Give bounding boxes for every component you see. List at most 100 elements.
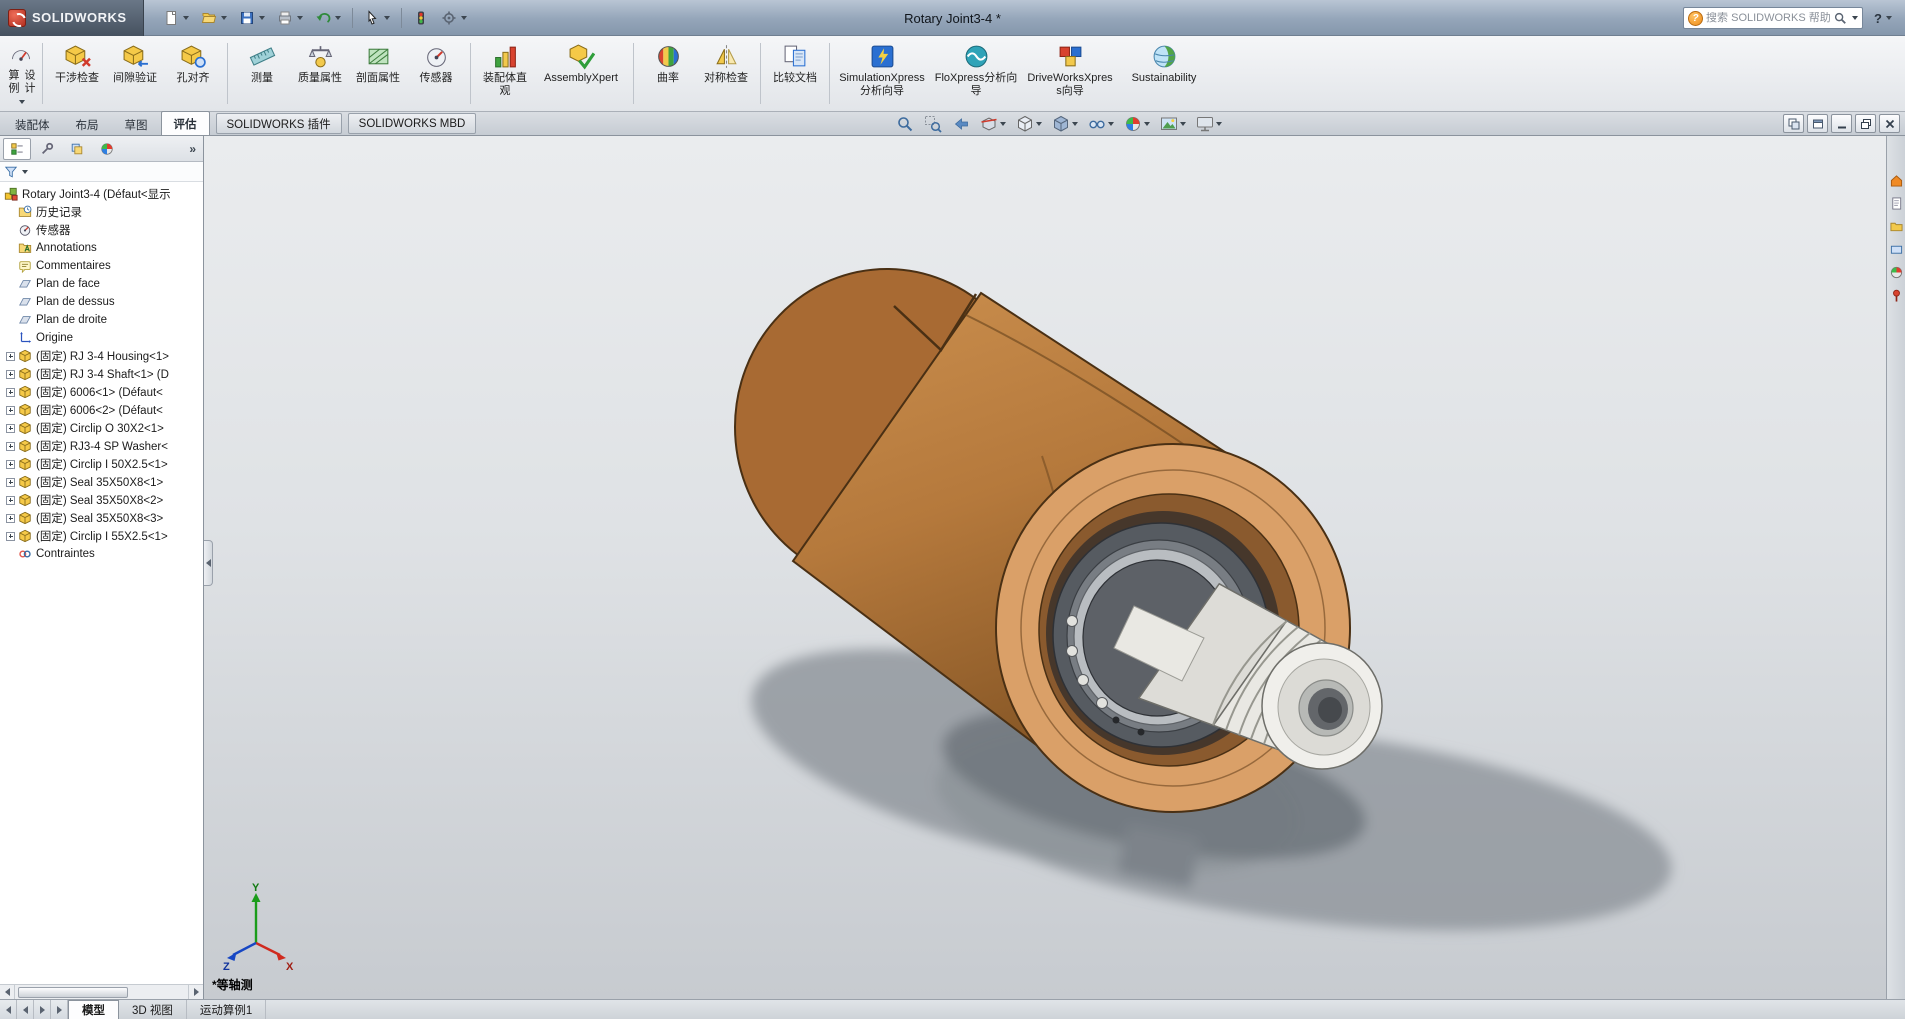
rebuild-button[interactable] bbox=[408, 5, 434, 31]
tree-item-circlip-i-50[interactable]: (固定) Circlip I 50X2.5<1> bbox=[0, 455, 203, 473]
tree-item-seal-1[interactable]: (固定) Seal 35X50X8<1> bbox=[0, 473, 203, 491]
view-palette-icon[interactable] bbox=[1890, 243, 1903, 256]
tree-item-sensors[interactable]: 传感器 bbox=[0, 221, 203, 239]
expand-icon[interactable] bbox=[6, 532, 15, 541]
scrollbar-thumb[interactable] bbox=[18, 987, 128, 998]
tree-item-annotations[interactable]: Annotations bbox=[0, 239, 203, 257]
tree-item-origin[interactable]: Origine bbox=[0, 329, 203, 347]
design-library-icon[interactable] bbox=[1890, 197, 1903, 210]
close-window-button[interactable] bbox=[1879, 114, 1900, 133]
ribbon-interference-check-button[interactable]: 干涉检查 bbox=[49, 39, 105, 108]
tab-model[interactable]: 模型 bbox=[68, 1000, 119, 1019]
ribbon-driveworksxpress-button[interactable]: DriveWorksXpress向导 bbox=[1024, 39, 1116, 108]
panel-horizontal-scrollbar[interactable] bbox=[0, 984, 203, 999]
tab-motion-study-1[interactable]: 运动算例1 bbox=[187, 1000, 266, 1019]
section-view-button[interactable] bbox=[977, 113, 1009, 135]
view-settings-button[interactable] bbox=[1193, 113, 1225, 135]
expand-icon[interactable] bbox=[6, 370, 15, 379]
filter-dropdown-arrow-icon[interactable] bbox=[22, 170, 28, 174]
ribbon-symmetry-check-button[interactable]: 对称检查 bbox=[698, 39, 754, 108]
tab-solidworks-addins[interactable]: SOLIDWORKS 插件 bbox=[216, 113, 342, 134]
panel-splitter-handle[interactable] bbox=[204, 540, 213, 586]
help-search-box[interactable]: ? bbox=[1683, 7, 1863, 29]
search-input[interactable] bbox=[1706, 12, 1830, 24]
ribbon-sensor-button[interactable]: 传感器 bbox=[408, 39, 464, 108]
ribbon-curvature-button[interactable]: 曲率 bbox=[640, 39, 696, 108]
options-button[interactable] bbox=[436, 5, 472, 31]
select-button[interactable] bbox=[359, 5, 395, 31]
graphics-viewport[interactable]: Y X Z *等轴测 bbox=[204, 136, 1886, 999]
expand-icon[interactable] bbox=[6, 442, 15, 451]
expand-icon[interactable] bbox=[6, 352, 15, 361]
expand-icon[interactable] bbox=[6, 496, 15, 505]
edit-appearance-button[interactable] bbox=[1121, 113, 1153, 135]
ribbon-measure-button[interactable]: 测量 bbox=[234, 39, 290, 108]
ribbon-sustainability-button[interactable]: Sustainability bbox=[1118, 39, 1210, 108]
displaymanager-tab[interactable] bbox=[93, 138, 121, 160]
search-scope-arrow-icon[interactable] bbox=[1852, 16, 1858, 20]
tab-layout[interactable]: 布局 bbox=[63, 113, 112, 135]
scroll-right-arrow[interactable] bbox=[188, 985, 203, 1000]
tree-item-bearing-2[interactable]: (固定) 6006<2> (Défaut< bbox=[0, 401, 203, 419]
ribbon-hole-alignment-button[interactable]: 孔对齐 bbox=[165, 39, 221, 108]
tree-item-housing[interactable]: (固定) RJ 3-4 Housing<1> bbox=[0, 347, 203, 365]
filter-funnel-icon[interactable] bbox=[4, 165, 18, 179]
ribbon-design-study-button[interactable]: 设计算例 bbox=[6, 39, 36, 108]
tree-item-history[interactable]: 历史记录 bbox=[0, 203, 203, 221]
restore-window-button[interactable] bbox=[1855, 114, 1876, 133]
panel-overflow-chevron[interactable]: » bbox=[185, 142, 200, 156]
hide-show-items-button[interactable] bbox=[1085, 113, 1117, 135]
solidworks-resources-icon[interactable] bbox=[1890, 174, 1903, 187]
help-button[interactable]: ? bbox=[1869, 5, 1897, 31]
zoom-to-fit-button[interactable] bbox=[893, 113, 917, 135]
appearances-scenes-icon[interactable] bbox=[1890, 266, 1903, 279]
ribbon-assemblyxpert-button[interactable]: AssemblyXpert bbox=[535, 39, 627, 108]
minimize-window-button[interactable] bbox=[1831, 114, 1852, 133]
expand-icon[interactable] bbox=[6, 514, 15, 523]
previous-view-button[interactable] bbox=[949, 113, 973, 135]
tree-item-mates[interactable]: Contraintes bbox=[0, 545, 203, 563]
new-document-button[interactable] bbox=[158, 5, 194, 31]
tree-item-comments[interactable]: Commentaires bbox=[0, 257, 203, 275]
zoom-to-area-button[interactable] bbox=[921, 113, 945, 135]
print-button[interactable] bbox=[272, 5, 308, 31]
ribbon-simulationxpress-button[interactable]: SimulationXpress分析向导 bbox=[836, 39, 928, 108]
expand-icon[interactable] bbox=[6, 478, 15, 487]
view-orientation-button[interactable] bbox=[1013, 113, 1045, 135]
ribbon-assembly-visualization-button[interactable]: 装配体直观 bbox=[477, 39, 533, 108]
undo-button[interactable] bbox=[310, 5, 346, 31]
next-tab-button[interactable] bbox=[34, 1000, 51, 1019]
tree-item-circlip-o[interactable]: (固定) Circlip O 30X2<1> bbox=[0, 419, 203, 437]
tree-item-right-plane[interactable]: Plan de droite bbox=[0, 311, 203, 329]
display-style-button[interactable] bbox=[1049, 113, 1081, 135]
ribbon-floxpress-button[interactable]: FloXpress分析向导 bbox=[930, 39, 1022, 108]
tab-assembly[interactable]: 装配体 bbox=[2, 113, 63, 135]
expand-icon[interactable] bbox=[6, 460, 15, 469]
tab-sketch[interactable]: 草图 bbox=[112, 113, 161, 135]
expand-icon[interactable] bbox=[6, 388, 15, 397]
ribbon-section-properties-button[interactable]: 剖面属性 bbox=[350, 39, 406, 108]
open-button[interactable] bbox=[196, 5, 232, 31]
scroll-left-arrow[interactable] bbox=[0, 985, 15, 1000]
tree-item-bearing-1[interactable]: (固定) 6006<1> (Défaut< bbox=[0, 383, 203, 401]
first-tab-button[interactable] bbox=[0, 1000, 17, 1019]
cascade-windows-button[interactable] bbox=[1807, 114, 1828, 133]
tree-item-sp-washer[interactable]: (固定) RJ3-4 SP Washer< bbox=[0, 437, 203, 455]
expand-icon[interactable] bbox=[6, 424, 15, 433]
tree-item-circlip-i-55[interactable]: (固定) Circlip I 55X2.5<1> bbox=[0, 527, 203, 545]
ribbon-clearance-verify-button[interactable]: 间隙验证 bbox=[107, 39, 163, 108]
tree-item-seal-2[interactable]: (固定) Seal 35X50X8<2> bbox=[0, 491, 203, 509]
configurationmanager-tab[interactable] bbox=[63, 138, 91, 160]
expand-icon[interactable] bbox=[6, 406, 15, 415]
tree-item-shaft[interactable]: (固定) RJ 3-4 Shaft<1> (D bbox=[0, 365, 203, 383]
ribbon-mass-properties-button[interactable]: 质量属性 bbox=[292, 39, 348, 108]
new-window-button[interactable] bbox=[1783, 114, 1804, 133]
tree-item-top-plane[interactable]: Plan de dessus bbox=[0, 293, 203, 311]
tree-item-front-plane[interactable]: Plan de face bbox=[0, 275, 203, 293]
tab-3d-views[interactable]: 3D 视图 bbox=[119, 1000, 187, 1019]
file-explorer-icon[interactable] bbox=[1890, 220, 1903, 233]
tree-item-seal-3[interactable]: (固定) Seal 35X50X8<3> bbox=[0, 509, 203, 527]
tab-solidworks-mbd[interactable]: SOLIDWORKS MBD bbox=[348, 113, 477, 134]
previous-tab-button[interactable] bbox=[17, 1000, 34, 1019]
tree-root-assembly[interactable]: Rotary Joint3-4 (Défaut<显示 bbox=[0, 185, 203, 203]
